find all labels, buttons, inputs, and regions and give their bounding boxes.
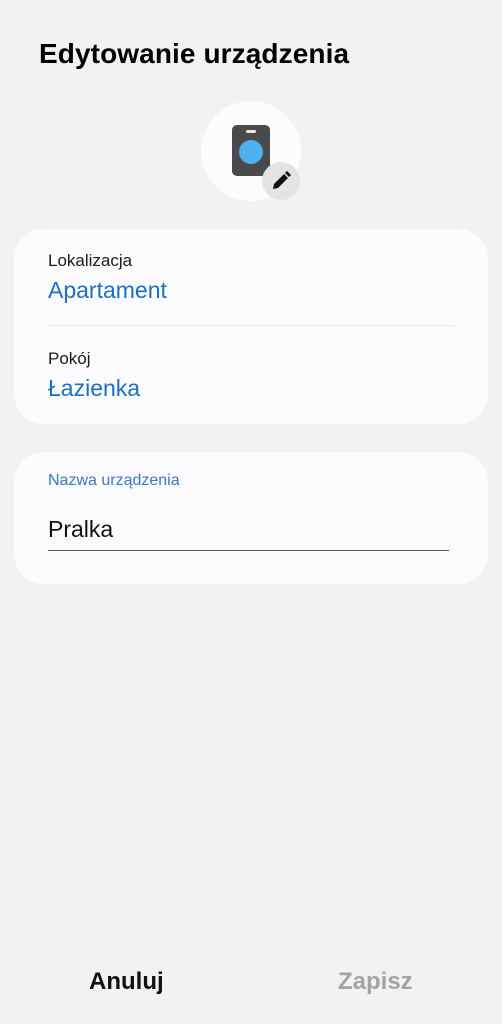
device-name-label: Nazwa urządzenia [48, 472, 180, 489]
device-name-card: Nazwa urządzenia [14, 452, 488, 584]
save-button[interactable]: Zapisz [338, 968, 413, 996]
device-avatar[interactable] [201, 101, 301, 201]
location-card: Lokalizacja Apartament Pokój Łazienka [14, 229, 488, 424]
cancel-button[interactable]: Anuluj [89, 968, 164, 996]
divider [48, 325, 454, 326]
room-label: Pokój [48, 349, 91, 368]
pencil-icon [273, 171, 291, 189]
device-name-input[interactable] [48, 508, 449, 551]
edit-icon-button[interactable] [262, 162, 300, 200]
location-label: Lokalizacja [48, 251, 133, 270]
location-value[interactable]: Apartament [48, 277, 167, 304]
room-value[interactable]: Łazienka [48, 375, 140, 402]
page-title: Edytowanie urządzenia [39, 38, 350, 69]
